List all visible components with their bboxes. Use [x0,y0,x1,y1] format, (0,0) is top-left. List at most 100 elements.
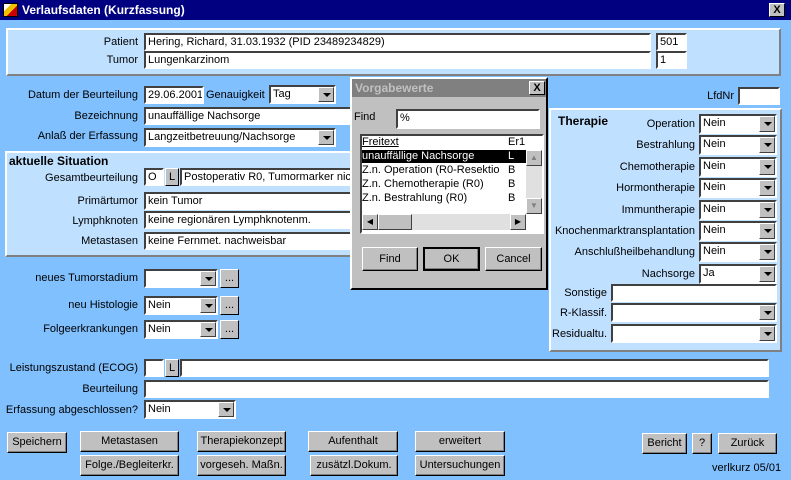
sonstige-field[interactable] [611,284,777,302]
anlass-select[interactable]: Langzeitbetreuung/Nachsorge [144,128,336,147]
bericht-button[interactable]: Bericht [642,433,687,454]
vertical-scrollbar[interactable]: ▲ ▼ [526,150,542,214]
datum-field[interactable]: 29.06.2001 [144,86,204,104]
tumor-field[interactable]: Lungenkarzinom [144,51,651,69]
chevron-down-icon[interactable] [318,87,334,102]
horizontal-scrollbar[interactable]: ◀ ▶ [362,214,526,230]
folge-begleiterkr-button[interactable]: Folge./Begleiterkr. [80,455,179,476]
zurueck-button[interactable]: Zurück [718,433,777,454]
speichern-button[interactable]: Speichern [7,432,67,453]
therapie-select[interactable]: Nein [699,178,777,199]
ecog-text-field[interactable] [180,359,769,377]
scroll-up-icon[interactable]: ▲ [526,150,542,166]
chevron-down-icon[interactable] [759,326,775,341]
scroll-left-icon[interactable]: ◀ [362,214,378,230]
therapiekonzept-button[interactable]: Therapiekonzept [197,431,286,452]
therapie-label: Immuntherapie [621,203,695,216]
therapie-value: Nein [703,202,726,215]
therapie-value: Nein [703,181,726,194]
gesamt-lookup-button[interactable]: L [165,168,179,186]
dialog-ok-button[interactable]: OK [423,247,480,271]
scroll-right-icon[interactable]: ▶ [510,214,526,230]
stadium-label: neues Tumorstadium [35,272,138,284]
abgeschlossen-select[interactable]: Nein [144,400,236,419]
therapie-select[interactable]: Ja [699,263,777,284]
patient-field[interactable]: Hering, Richard, 31.03.1932 (PID 2348923… [144,33,651,51]
metastasen-button[interactable]: Metastasen [80,431,179,452]
rklass-select[interactable] [611,303,777,322]
untersuchungen-button[interactable]: Untersuchungen [415,455,505,476]
aufenthalt-button[interactable]: Aufenthalt [308,431,398,452]
chevron-down-icon[interactable] [759,201,775,218]
ecog-label: Leistungszustand (ECOG) [9,362,138,374]
bezeichnung-field[interactable]: unauffällige Nachsorge [144,107,354,125]
chevron-down-icon[interactable] [759,265,775,282]
gesamt-code-field[interactable]: O [144,168,164,186]
dialog-find-button[interactable]: Find [362,247,418,271]
therapie-label: Chemotherapie [619,160,695,173]
zusaetzl-dokum-button[interactable]: zusätzl.Dokum. [310,455,398,476]
ecog-code-field[interactable] [144,359,164,377]
lymph-field[interactable]: keine regionären Lymphknotenm. [144,211,354,229]
meta-field[interactable]: keine Fernmet. nachweisbar [144,232,354,250]
therapie-select[interactable]: Nein [699,156,777,177]
list-item[interactable]: Z.n. Bestrahlung (R0) B [362,192,526,205]
dialog-find-field[interactable]: % [396,109,540,129]
folge-value: Nein [148,323,171,335]
histo-more-button[interactable]: ... [220,296,239,315]
therapie-select[interactable]: Nein [699,199,777,220]
vorgabewerte-list[interactable]: Freitext Er1 unauffällige Nachsorge L Z.n… [360,134,544,234]
chevron-down-icon[interactable] [759,244,775,261]
chevron-down-icon[interactable] [759,158,775,175]
chevron-down-icon[interactable] [218,402,234,417]
chevron-down-icon[interactable] [759,223,775,239]
chevron-down-icon[interactable] [200,322,216,337]
list-item[interactable]: unauffällige Nachsorge L [362,150,526,163]
chevron-down-icon[interactable] [318,130,334,145]
scroll-thumb[interactable] [378,214,412,230]
residual-select[interactable] [611,324,777,343]
stadium-more-button[interactable]: ... [220,269,239,288]
erweitert-button[interactable]: erweitert [415,431,505,452]
folge-select[interactable]: Nein [144,320,218,339]
tumor-number-field[interactable]: 1 [656,51,687,69]
chevron-down-icon[interactable] [759,116,775,132]
patient-number-field[interactable]: 501 [656,33,687,51]
primaer-field[interactable]: kein Tumor [144,192,354,210]
abgeschlossen-label: Erfassung abgeschlossen? [5,404,138,416]
therapie-select[interactable]: Nein [699,242,777,263]
ecog-lookup-button[interactable]: L [165,359,179,377]
col-freitext[interactable]: Freitext [362,136,399,148]
list-item[interactable]: Z.n. Operation (R0-Resektio B [362,164,526,177]
chevron-down-icon[interactable] [200,298,216,313]
col-er1[interactable]: Er1 [508,136,525,148]
chevron-down-icon[interactable] [200,271,216,286]
lfdnr-label: LfdNr [707,90,734,102]
row-text: Z.n. Bestrahlung (R0) [362,192,468,204]
therapie-select[interactable]: Nein [699,135,777,156]
dialog-cancel-button[interactable]: Cancel [485,247,542,271]
chevron-down-icon[interactable] [759,137,775,154]
histo-select[interactable]: Nein [144,296,218,315]
vorgeseh-massn-button[interactable]: vorgeseh. Maßn. [197,455,286,476]
therapie-value: Nein [703,117,726,129]
close-button[interactable]: X [769,3,785,17]
chevron-down-icon[interactable] [759,305,775,320]
title-bar: Verlaufsdaten (Kurzfassung) [0,0,791,20]
folge-more-button[interactable]: ... [220,320,239,339]
genauigkeit-select[interactable]: Tag [269,85,336,104]
lfdnr-field[interactable] [738,87,780,105]
chevron-down-icon[interactable] [759,180,775,197]
beurteilung-field[interactable] [144,380,769,398]
therapie-select[interactable]: Nein [699,114,777,134]
scroll-down-icon[interactable]: ▼ [526,198,542,214]
gesamt-text-field[interactable]: Postoperativ R0, Tumormarker nich [180,168,354,186]
histo-label: neu Histologie [68,299,138,311]
anlass-label: Anlaß der Erfassung [37,130,138,142]
stadium-select[interactable] [144,269,218,288]
help-button[interactable]: ? [692,433,712,454]
therapie-select[interactable]: Nein [699,221,777,241]
list-item[interactable]: Z.n. Chemotherapie (R0) B [362,178,526,191]
dialog-close-button[interactable]: X [529,81,545,95]
rklass-label: R-Klassif. [559,307,607,319]
